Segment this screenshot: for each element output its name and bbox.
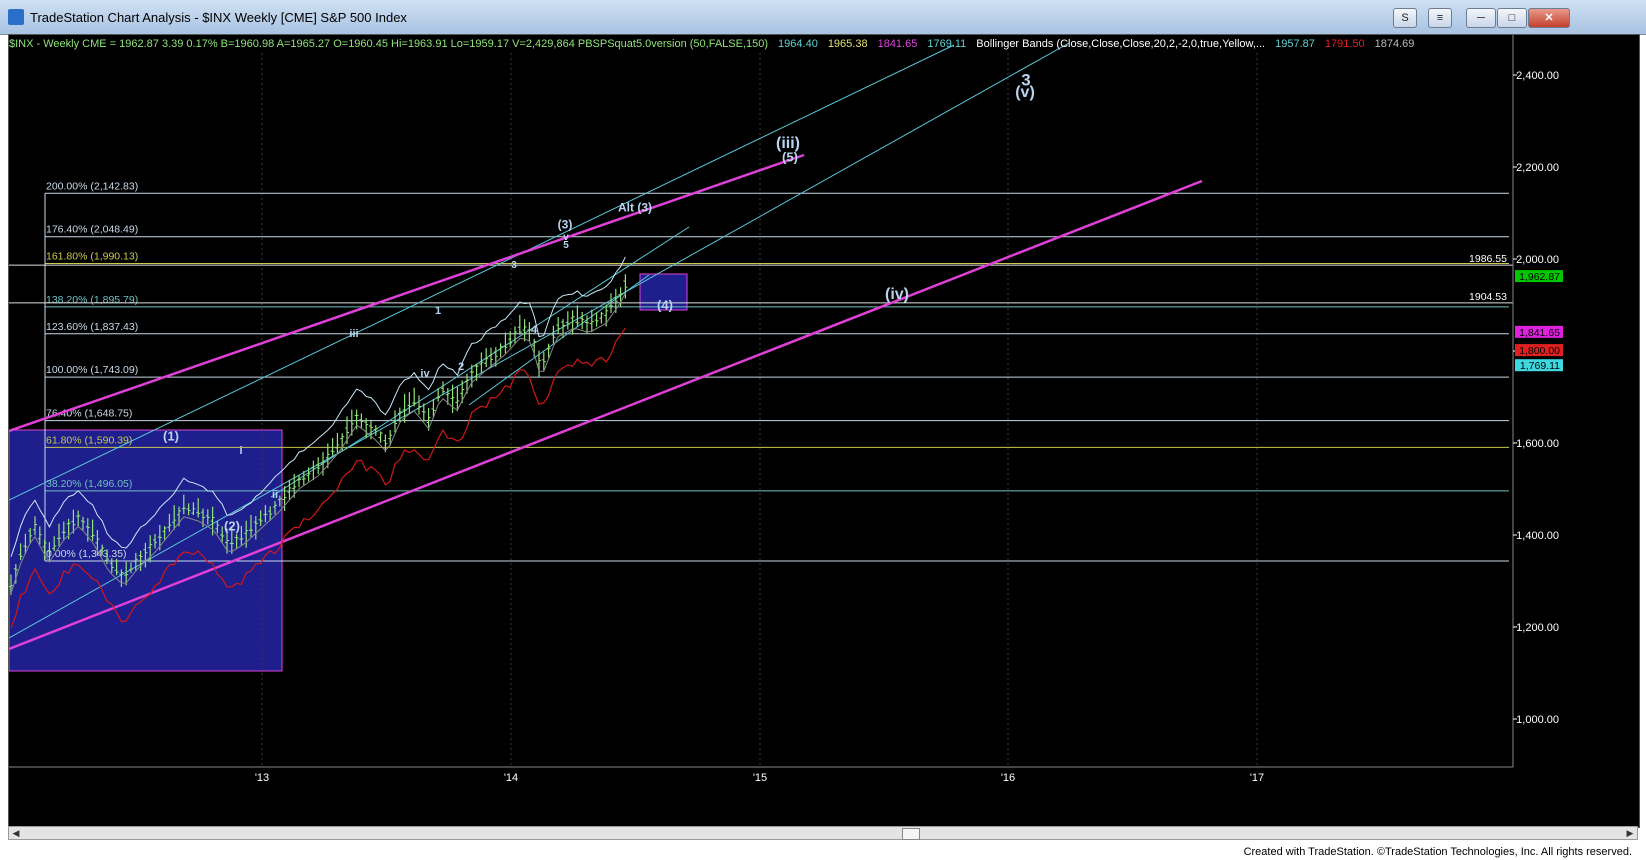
wave-label: 3 (511, 260, 517, 271)
price-marker-label: 1,769.11 (1520, 360, 1560, 372)
x-tick-label: '17 (1250, 772, 1264, 784)
status-field: 1957.87 (1275, 38, 1315, 50)
fib-level-label: 138.20% (1,895.79) (46, 294, 138, 306)
wave-label: (iv) (885, 286, 909, 303)
y-tick-label: 1,200.00 (1516, 622, 1559, 634)
menu-button[interactable]: ≡ (1428, 8, 1452, 28)
wave-label: (2) (224, 518, 240, 533)
close-button[interactable]: ✕ (1528, 8, 1570, 28)
lower-trendline (9, 179, 1203, 651)
status-field: 1964.40 (778, 38, 818, 50)
window-title: TradeStation Chart Analysis - $INX Weekl… (30, 10, 407, 25)
symbol-link-button[interactable]: S (1393, 8, 1417, 28)
wave-label: 1 (435, 305, 441, 317)
wave-label: (3) (558, 218, 573, 232)
status-field: 1841.65 (877, 38, 918, 50)
wave-label: (5) (782, 149, 798, 164)
y-tick-label: 1,600.00 (1516, 438, 1559, 450)
wave-label: (v) (1015, 84, 1035, 101)
horizontal-scrollbar[interactable]: ◀ ▶ (8, 826, 1638, 840)
fib-level-label: 123.60% (1,837.43) (46, 321, 138, 333)
x-tick-label: '14 (504, 772, 518, 784)
maximize-button[interactable]: □ (1497, 8, 1527, 28)
wave-label: i (239, 445, 242, 457)
wave-label: iii (349, 328, 358, 340)
wave-label: (1) (163, 428, 179, 443)
fib-level-label: 161.80% (1,990.13) (46, 251, 138, 263)
status-bar: $INX - Weekly CME = 1962.87 3.39 0.17% B… (9, 35, 1639, 53)
fib-level-label: 200.00% (2,142.83) (46, 180, 138, 192)
status-field: 1791.50 (1324, 38, 1365, 50)
x-tick-label: '13 (255, 772, 269, 784)
scroll-left-icon[interactable]: ◀ (10, 827, 22, 839)
scroll-right-icon[interactable]: ▶ (1624, 827, 1636, 839)
horizontal-level-label: 1986.55 (1469, 253, 1507, 265)
fib-level-label: 0.00% (1,343.35) (46, 548, 127, 560)
copyright-footer: Created with TradeStation. ©TradeStation… (1243, 846, 1632, 858)
y-tick-label: 2,000.00 (1516, 254, 1559, 266)
y-tick-label: 1,000.00 (1516, 714, 1559, 726)
horizontal-level-label: 1904.53 (1469, 291, 1507, 303)
trend-channel-line (9, 44, 955, 501)
wave-label: ii (272, 489, 278, 501)
scrollbar-thumb[interactable] (902, 828, 920, 840)
wave-label: 4 (531, 324, 538, 336)
x-tick-label: '16 (1001, 772, 1015, 784)
price-marker-label: 1,962.87 (1519, 271, 1560, 283)
status-field: 1769.11 (927, 38, 967, 50)
x-tick-label: '15 (753, 772, 767, 784)
tradestation-app-icon (8, 9, 24, 25)
chart-window[interactable]: 200.00% (2,142.83) 176.40% (2,048.49) 161.… (8, 34, 1640, 828)
fib-level-label: 61.80% (1,590.39) (46, 434, 132, 446)
price-marker-label: 1,800.00 (1519, 345, 1560, 357)
price-marker-label: 1,841.65 (1519, 327, 1560, 339)
minimize-button[interactable]: ─ (1466, 8, 1496, 28)
y-tick-label: 2,400.00 (1516, 70, 1559, 82)
price-chart[interactable]: 200.00% (2,142.83)176.40% (2,048.49)161.… (9, 35, 1639, 827)
status-field: Bollinger Bands (Close,Close,Close,20,2,… (976, 38, 1266, 50)
y-tick-label: 2,200.00 (1516, 162, 1559, 174)
wave-label: (4) (657, 297, 673, 312)
fib-level-label: 176.40% (2,048.49) (46, 224, 138, 236)
y-tick-label: 1,400.00 (1516, 530, 1559, 542)
wave-label: Alt (3) (618, 201, 652, 215)
fib-level-label: 38.20% (1,496.05) (46, 478, 132, 490)
title-bar: TradeStation Chart Analysis - $INX Weekl… (0, 0, 1646, 35)
status-field: 1965.38 (827, 38, 868, 50)
wave-label: 2 (458, 361, 464, 373)
fib-level-label: 100.00% (1,743.09) (46, 364, 138, 376)
wave-label: iv (420, 368, 430, 380)
trend-channel-line (468, 274, 650, 406)
status-field: 1874.69 (1374, 38, 1415, 50)
wave-label: 5 (563, 240, 569, 251)
status-field: $INX - Weekly CME = 1962.87 3.39 0.17% B… (9, 38, 769, 50)
trend-channel-line (9, 42, 1070, 639)
